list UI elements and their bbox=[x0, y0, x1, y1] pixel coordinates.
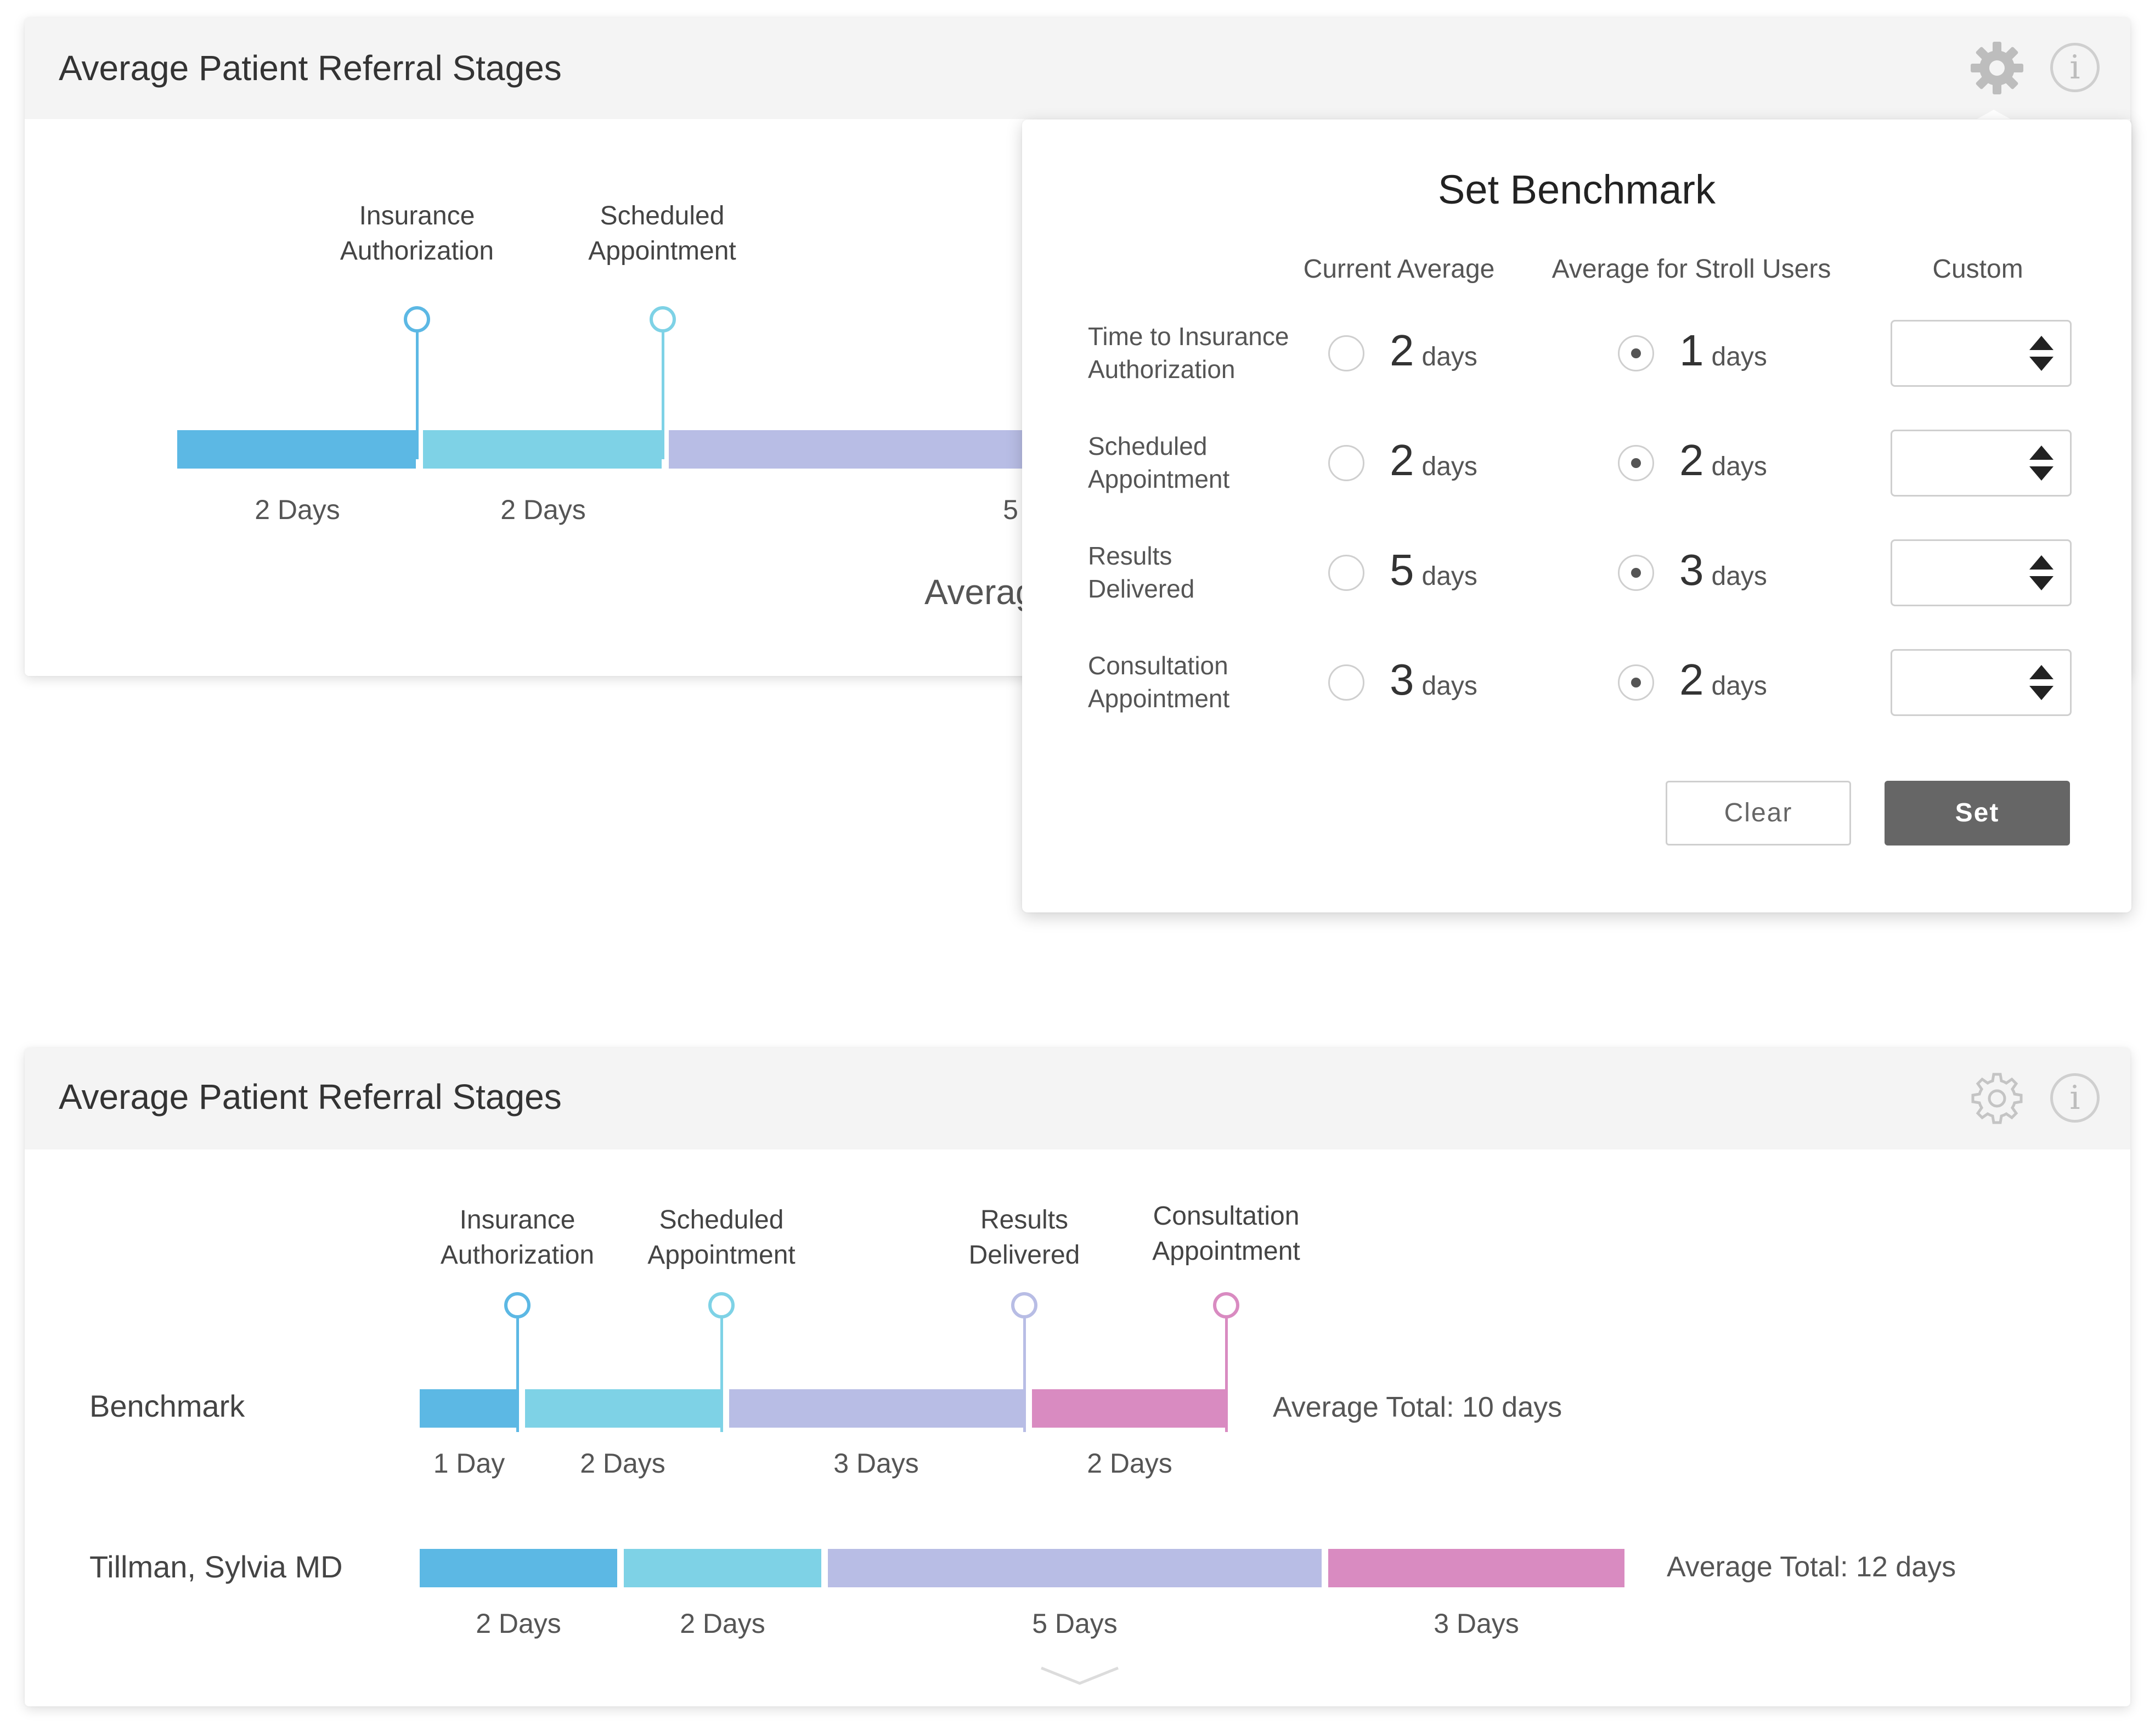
average-total: Averag bbox=[924, 572, 1035, 612]
stroll-average-value: 3 days bbox=[1679, 545, 1767, 594]
average-total: Average Total: 10 days bbox=[1273, 1391, 1562, 1423]
current-average-value: 2 days bbox=[1390, 326, 1477, 375]
stage-duration: 5 bbox=[1003, 494, 1018, 525]
referral-stages-card-bottom: Average Patient Referral Stages i Insura… bbox=[25, 1048, 2130, 1706]
stepper-down-icon[interactable] bbox=[2029, 576, 2054, 590]
stage-bar-segment bbox=[420, 1549, 617, 1587]
card-header: Average Patient Referral Stages i bbox=[25, 18, 2130, 119]
stroll-average-radio[interactable] bbox=[1618, 335, 1654, 371]
stage-pin-marker bbox=[1011, 1292, 1037, 1318]
stage-duration: 2 Days bbox=[255, 494, 340, 525]
card-title: Average Patient Referral Stages bbox=[59, 48, 562, 88]
stage-duration: 2 Days bbox=[500, 494, 586, 525]
average-total: Average Total: 12 days bbox=[1667, 1551, 1956, 1583]
custom-days-stepper[interactable] bbox=[1891, 649, 2072, 716]
stage-pin-marker bbox=[708, 1292, 735, 1318]
current-average-value: 2 days bbox=[1390, 436, 1477, 484]
chevron-down-icon[interactable] bbox=[1039, 1662, 1121, 1690]
stage-bar-segment bbox=[525, 1389, 723, 1428]
clear-button[interactable]: Clear bbox=[1666, 781, 1851, 846]
stage-bar-segment bbox=[1032, 1389, 1228, 1428]
benchmark-row-label: Scheduled Appointment bbox=[1088, 432, 1230, 493]
custom-days-stepper[interactable] bbox=[1891, 430, 2072, 497]
stage-bar-segment bbox=[420, 1389, 518, 1428]
stage-bar-segment bbox=[177, 430, 416, 469]
current-average-radio[interactable] bbox=[1328, 335, 1364, 371]
custom-days-stepper[interactable] bbox=[1891, 320, 2072, 387]
stroll-average-value: 2 days bbox=[1679, 436, 1767, 484]
stage-bar-segment bbox=[624, 1549, 821, 1587]
stage-duration: 2 Days bbox=[476, 1608, 561, 1639]
benchmark-row-label: Results Delivered bbox=[1088, 542, 1195, 603]
stage-duration: 1 Day bbox=[433, 1448, 505, 1479]
set-benchmark-popover: Set Benchmark Current Average Average fo… bbox=[1022, 120, 2131, 912]
stage-pin-marker bbox=[504, 1292, 531, 1318]
stroll-average-radio[interactable] bbox=[1618, 555, 1654, 591]
stepper-down-icon[interactable] bbox=[2029, 686, 2054, 700]
stage-pin-line bbox=[662, 322, 664, 459]
stroll-average-value: 1 days bbox=[1679, 326, 1767, 375]
card-header: Average Patient Referral Stages i bbox=[25, 1048, 2130, 1149]
popover-title: Set Benchmark bbox=[1438, 167, 1716, 212]
column-header-stroll: Average for Stroll Users bbox=[1552, 255, 1831, 284]
stepper-down-icon[interactable] bbox=[2029, 357, 2054, 371]
current-average-value: 3 days bbox=[1390, 655, 1477, 704]
stage-label: Consultation Appointment bbox=[1152, 1202, 1300, 1266]
stage-duration: 3 Days bbox=[833, 1448, 919, 1479]
stepper-up-icon[interactable] bbox=[2029, 665, 2054, 679]
stage-pin-marker bbox=[1213, 1292, 1239, 1318]
stage-bar-segment bbox=[1328, 1549, 1624, 1587]
stage-label: Scheduled Appointment bbox=[647, 1205, 796, 1270]
popover-arrow bbox=[1974, 110, 2013, 121]
current-average-radio[interactable] bbox=[1328, 555, 1364, 591]
card-title: Average Patient Referral Stages bbox=[59, 1077, 562, 1117]
stepper-down-icon[interactable] bbox=[2029, 466, 2054, 481]
stage-pin-marker bbox=[404, 306, 430, 332]
row-label-benchmark: Benchmark bbox=[89, 1389, 245, 1423]
gear-icon[interactable] bbox=[1970, 41, 2024, 95]
stage-duration: 3 Days bbox=[1434, 1608, 1519, 1639]
custom-days-stepper[interactable] bbox=[1891, 539, 2072, 606]
current-average-radio[interactable] bbox=[1328, 445, 1364, 481]
stage-duration: 2 Days bbox=[580, 1448, 665, 1479]
stage-duration: 2 Days bbox=[680, 1608, 765, 1639]
stage-label: Insurance Authorization bbox=[340, 201, 494, 266]
stroll-average-radio[interactable] bbox=[1618, 445, 1654, 481]
stage-bar-segment bbox=[729, 1389, 1025, 1428]
stage-label: Insurance Authorization bbox=[440, 1205, 595, 1270]
column-header-current: Current Average bbox=[1303, 255, 1495, 284]
set-button[interactable]: Set bbox=[1885, 781, 2070, 846]
info-icon[interactable]: i bbox=[2050, 1073, 2100, 1123]
current-average-radio[interactable] bbox=[1328, 664, 1364, 701]
column-header-custom: Custom bbox=[1932, 255, 2023, 284]
stage-label: Scheduled Appointment bbox=[588, 201, 736, 266]
stroll-average-value: 2 days bbox=[1679, 655, 1767, 704]
benchmark-row-label: Consultation Appointment bbox=[1088, 651, 1230, 713]
stage-duration: 5 Days bbox=[1032, 1608, 1118, 1639]
stepper-up-icon[interactable] bbox=[2029, 446, 2054, 460]
stage-bar-segment bbox=[828, 1549, 1322, 1587]
gear-icon[interactable] bbox=[1970, 1071, 2024, 1126]
stage-duration: 2 Days bbox=[1087, 1448, 1172, 1479]
stroll-average-radio[interactable] bbox=[1618, 664, 1654, 701]
stage-pin-marker bbox=[650, 306, 676, 332]
stage-pin-line bbox=[416, 322, 419, 459]
current-average-value: 5 days bbox=[1390, 545, 1477, 594]
info-icon[interactable]: i bbox=[2050, 43, 2100, 92]
row-label-provider: Tillman, Sylvia MD bbox=[89, 1549, 343, 1584]
stepper-up-icon[interactable] bbox=[2029, 555, 2054, 570]
stage-bar-segment bbox=[423, 430, 662, 469]
stage-label: Results Delivered bbox=[968, 1205, 1080, 1270]
stepper-up-icon[interactable] bbox=[2029, 336, 2054, 350]
benchmark-row-label: Time to Insurance Authorization bbox=[1088, 322, 1289, 384]
